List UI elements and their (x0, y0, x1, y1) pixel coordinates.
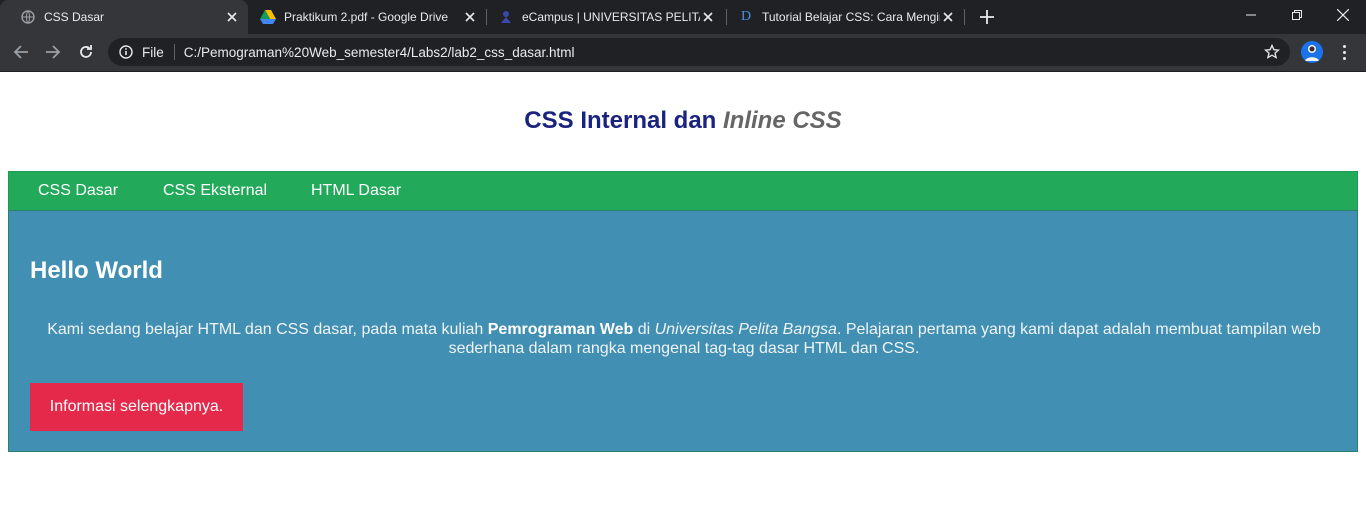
close-window-icon[interactable] (1320, 0, 1366, 30)
page-title-italic: Inline CSS (723, 107, 842, 134)
browser-toolbar: File C:/Pemograman%20Web_semester4/Labs2… (0, 34, 1366, 72)
tab-title: Tutorial Belajar CSS: Cara Menginput CSS (762, 10, 940, 24)
menu-kebab-icon[interactable] (1336, 42, 1352, 62)
tab-google-drive[interactable]: Praktikum 2.pdf - Google Drive (240, 0, 486, 34)
info-icon[interactable] (119, 45, 133, 59)
tab-css-dasar[interactable]: CSS Dasar (0, 0, 248, 34)
tab-tutorial-css[interactable]: D Tutorial Belajar CSS: Cara Menginput C… (718, 0, 966, 34)
minimize-icon[interactable] (1228, 0, 1274, 30)
nav-css-dasar[interactable]: CSS Dasar (38, 172, 118, 210)
reload-icon[interactable] (74, 40, 98, 64)
forward-icon[interactable] (41, 40, 65, 64)
back-icon[interactable] (9, 40, 33, 64)
globe-icon (20, 9, 36, 25)
hero-heading: Hello World (30, 257, 163, 284)
tab-title: CSS Dasar (44, 10, 105, 24)
scheme-label: File (142, 44, 164, 60)
nav-css-eksternal[interactable]: CSS Eksternal (163, 172, 267, 210)
close-icon[interactable] (940, 9, 956, 25)
main-nav: CSS Dasar CSS Eksternal HTML Dasar (8, 171, 1358, 211)
tab-strip: CSS Dasar Praktikum 2.pdf - Google Drive… (0, 0, 1366, 34)
nav-html-dasar[interactable]: HTML Dasar (311, 172, 401, 210)
more-info-button[interactable]: Informasi selengkapnya. (30, 383, 243, 431)
page-title: CSS Internal dan Inline CSS (524, 107, 842, 134)
close-icon[interactable] (224, 9, 240, 25)
tab-title: Praktikum 2.pdf - Google Drive (284, 10, 449, 24)
new-tab-icon[interactable] (977, 7, 997, 27)
profile-avatar[interactable] (1301, 41, 1323, 63)
ecampus-icon (498, 9, 514, 25)
page-header: CSS Internal dan Inline CSS (0, 96, 1366, 146)
close-icon[interactable] (462, 9, 478, 25)
close-icon[interactable] (700, 9, 716, 25)
hero-paragraph: Kami sedang belajar HTML dan CSS dasar, … (47, 321, 1321, 357)
hero-section: Hello World Kami sedang belajar HTML dan… (8, 210, 1358, 452)
d-letter-icon: D (740, 9, 752, 24)
address-bar[interactable]: File C:/Pemograman%20Web_semester4/Labs2… (108, 38, 1290, 66)
restore-icon[interactable] (1274, 0, 1320, 30)
tab-title: eCampus | UNIVERSITAS PELITA BANGSA (522, 10, 700, 24)
tab-ecampus[interactable]: eCampus | UNIVERSITAS PELITA BANGSA (478, 0, 726, 34)
bookmark-star-icon[interactable] (1263, 43, 1281, 60)
url-text[interactable]: C:/Pemograman%20Web_semester4/Labs2/lab2… (184, 45, 575, 60)
google-drive-icon (260, 9, 276, 25)
